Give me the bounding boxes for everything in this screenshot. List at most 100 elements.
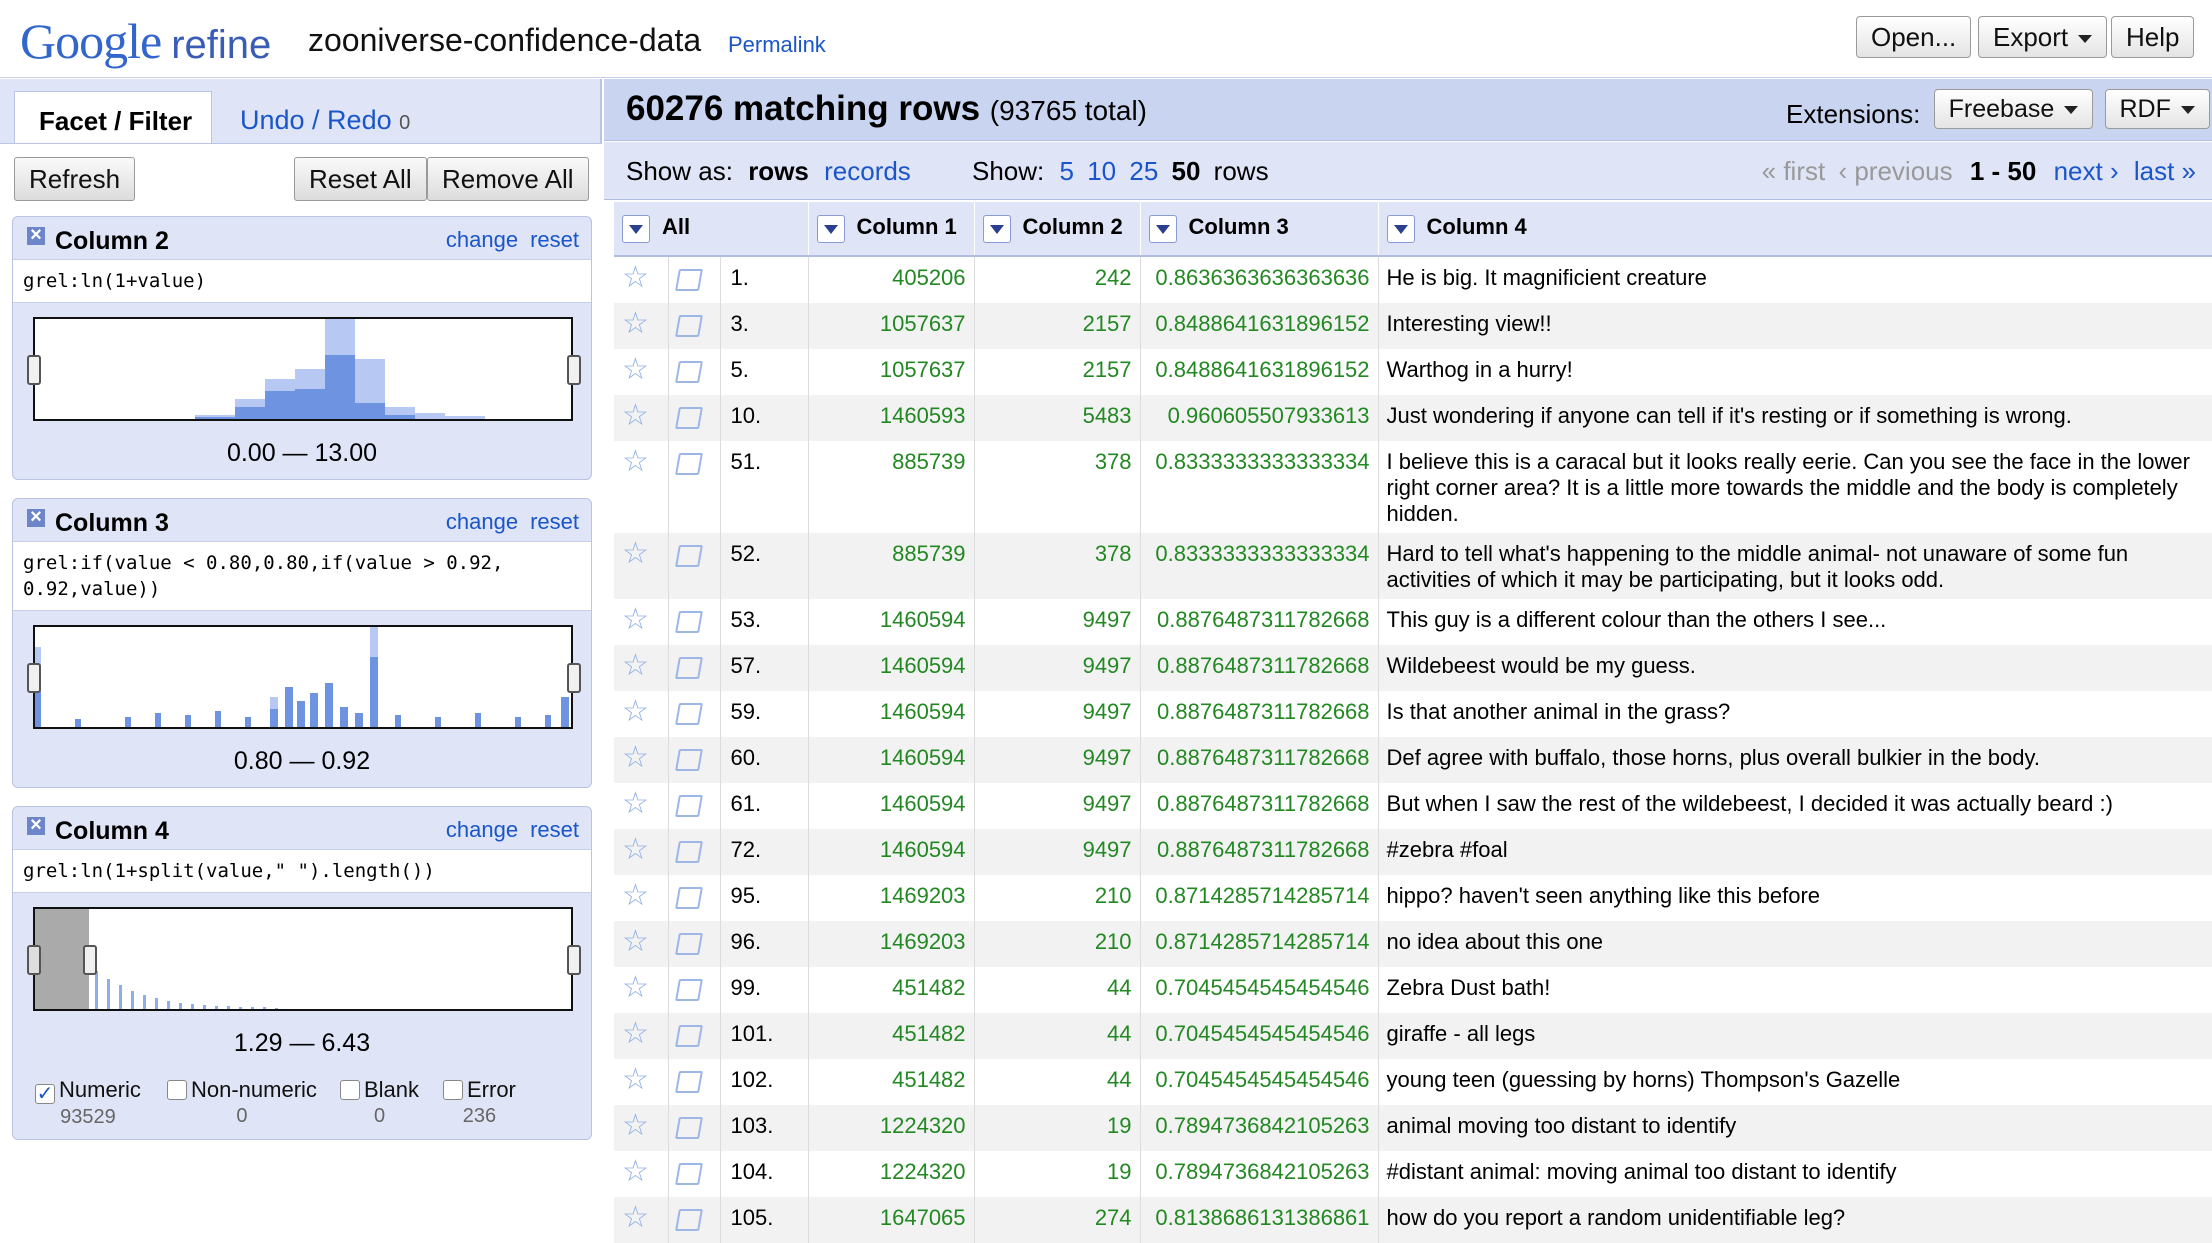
project-name[interactable]: zooniverse-confidence-data — [308, 22, 701, 59]
flag-icon[interactable] — [674, 933, 703, 955]
cell-column-4[interactable]: no idea about this one — [1378, 921, 2212, 967]
cell-column-3[interactable]: 0.8876487311782668 — [1140, 783, 1379, 829]
flag-icon[interactable] — [674, 795, 703, 817]
cell-column-2[interactable]: 274 — [974, 1197, 1141, 1243]
star-icon[interactable]: ☆ — [622, 879, 649, 912]
reset-all-button[interactable]: Reset All — [294, 157, 427, 201]
star-icon[interactable]: ☆ — [622, 1017, 649, 1050]
checkbox-blank[interactable]: Blank 0 — [340, 1077, 419, 1128]
column-header-1[interactable]: Column 1 — [808, 202, 975, 257]
cell-column-1[interactable]: 885739 — [808, 441, 975, 533]
cell-column-3[interactable]: 0.8333333333333334 — [1140, 533, 1379, 599]
cell-column-4[interactable]: young teen (guessing by horns) Thompson'… — [1378, 1059, 2212, 1105]
histogram-chart[interactable] — [33, 317, 573, 421]
cell-column-3[interactable]: 0.8876487311782668 — [1140, 645, 1379, 691]
facet-expression[interactable]: grel:ln(1+value) — [13, 259, 591, 303]
open-button[interactable]: Open... — [1856, 16, 1972, 58]
cell-column-3[interactable]: 0.8714285714285714 — [1140, 921, 1379, 967]
histogram-chart[interactable] — [33, 625, 573, 729]
page-size-10[interactable]: 10 — [1087, 156, 1116, 186]
cell-column-1[interactable]: 1224320 — [808, 1105, 975, 1151]
cell-column-4[interactable]: He is big. It magnificient creature — [1378, 256, 2212, 303]
facet-reset-link[interactable]: reset — [530, 509, 579, 534]
tab-facet-filter[interactable]: Facet / Filter — [14, 91, 212, 145]
cell-column-4[interactable]: hippo? haven't seen anything like this b… — [1378, 875, 2212, 921]
facet-expression[interactable]: grel:ln(1+split(value," ").length()) — [13, 849, 591, 893]
cell-column-3[interactable]: 0.8876487311782668 — [1140, 691, 1379, 737]
cell-column-1[interactable]: 1460594 — [808, 645, 975, 691]
facet-change-link[interactable]: change — [446, 817, 518, 842]
close-icon[interactable]: × — [27, 507, 45, 527]
close-icon[interactable]: × — [27, 815, 45, 835]
mode-records[interactable]: records — [824, 156, 911, 186]
checkbox-non-numeric[interactable]: Non-numeric 0 — [167, 1077, 317, 1128]
export-button[interactable]: Export — [1978, 16, 2108, 58]
cell-column-2[interactable]: 2157 — [974, 303, 1141, 349]
flag-icon[interactable] — [674, 1025, 703, 1047]
cell-column-2[interactable]: 19 — [974, 1105, 1141, 1151]
cell-column-1[interactable]: 1460594 — [808, 783, 975, 829]
flag-icon[interactable] — [674, 315, 703, 337]
cell-column-4[interactable]: Warthog in a hurry! — [1378, 349, 2212, 395]
star-icon[interactable]: ☆ — [622, 833, 649, 866]
page-size-5[interactable]: 5 — [1060, 156, 1074, 186]
cell-column-4[interactable]: Def agree with buffalo, those horns, plu… — [1378, 737, 2212, 783]
flag-icon[interactable] — [674, 887, 703, 909]
facet-expression[interactable]: grel:if(value < 0.80,0.80,if(value > 0.9… — [13, 541, 591, 611]
cell-column-1[interactable]: 1460593 — [808, 395, 975, 441]
star-icon[interactable]: ☆ — [622, 261, 649, 294]
flag-icon[interactable] — [674, 841, 703, 863]
star-icon[interactable]: ☆ — [622, 445, 649, 478]
flag-icon[interactable] — [674, 1209, 703, 1231]
star-icon[interactable]: ☆ — [622, 971, 649, 1004]
cell-column-2[interactable]: 9497 — [974, 829, 1141, 875]
cell-column-1[interactable]: 885739 — [808, 533, 975, 599]
cell-column-3[interactable]: 0.8138686131386861 — [1140, 1197, 1379, 1243]
star-icon[interactable]: ☆ — [622, 695, 649, 728]
star-icon[interactable]: ☆ — [622, 741, 649, 774]
cell-column-2[interactable]: 210 — [974, 921, 1141, 967]
flag-icon[interactable] — [674, 611, 703, 633]
tab-undo-redo[interactable]: Undo / Redo 0 — [240, 105, 410, 136]
next-link[interactable]: next › — [2054, 156, 2119, 186]
star-icon[interactable]: ☆ — [622, 353, 649, 386]
cell-column-3[interactable]: 0.8714285714285714 — [1140, 875, 1379, 921]
flag-icon[interactable] — [674, 703, 703, 725]
cell-column-2[interactable]: 378 — [974, 441, 1141, 533]
cell-column-4[interactable]: But when I saw the rest of the wildebees… — [1378, 783, 2212, 829]
cell-column-4[interactable]: Interesting view!! — [1378, 303, 2212, 349]
cell-column-3[interactable]: 0.8488641631896152 — [1140, 303, 1379, 349]
column-header-3[interactable]: Column 3 — [1140, 202, 1379, 257]
column-header-4[interactable]: Column 4 — [1378, 202, 2212, 257]
cell-column-1[interactable]: 1469203 — [808, 875, 975, 921]
star-icon[interactable]: ☆ — [622, 399, 649, 432]
range-handle-right[interactable] — [567, 945, 581, 975]
help-button[interactable]: Help — [2111, 16, 2195, 58]
flag-icon[interactable] — [674, 361, 703, 383]
cell-column-1[interactable]: 405206 — [808, 256, 975, 303]
flag-icon[interactable] — [674, 749, 703, 771]
cell-column-1[interactable]: 1057637 — [808, 349, 975, 395]
histogram-chart[interactable] — [33, 907, 573, 1011]
flag-icon[interactable] — [674, 407, 703, 429]
column-menu-icon[interactable] — [1148, 214, 1177, 243]
cell-column-1[interactable]: 451482 — [808, 967, 975, 1013]
cell-column-1[interactable]: 1224320 — [808, 1151, 975, 1197]
range-handle-left[interactable] — [27, 663, 41, 693]
cell-column-4[interactable]: Just wondering if anyone can tell if it'… — [1378, 395, 2212, 441]
cell-column-3[interactable]: 0.7045454545454546 — [1140, 1059, 1379, 1105]
cell-column-4[interactable]: animal moving too distant to identify — [1378, 1105, 2212, 1151]
close-icon[interactable]: × — [27, 225, 45, 245]
page-size-25[interactable]: 25 — [1129, 156, 1158, 186]
cell-column-3[interactable]: 0.8488641631896152 — [1140, 349, 1379, 395]
facet-reset-link[interactable]: reset — [530, 817, 579, 842]
cell-column-3[interactable]: 0.960605507933613 — [1140, 395, 1379, 441]
cell-column-2[interactable]: 9497 — [974, 783, 1141, 829]
cell-column-2[interactable]: 9497 — [974, 691, 1141, 737]
cell-column-2[interactable]: 9497 — [974, 645, 1141, 691]
cell-column-4[interactable]: giraffe - all legs — [1378, 1013, 2212, 1059]
range-handle-left-inner[interactable] — [83, 945, 97, 975]
star-icon[interactable]: ☆ — [622, 603, 649, 636]
cell-column-1[interactable]: 1460594 — [808, 737, 975, 783]
cell-column-4[interactable]: Wildebeest would be my guess. — [1378, 645, 2212, 691]
